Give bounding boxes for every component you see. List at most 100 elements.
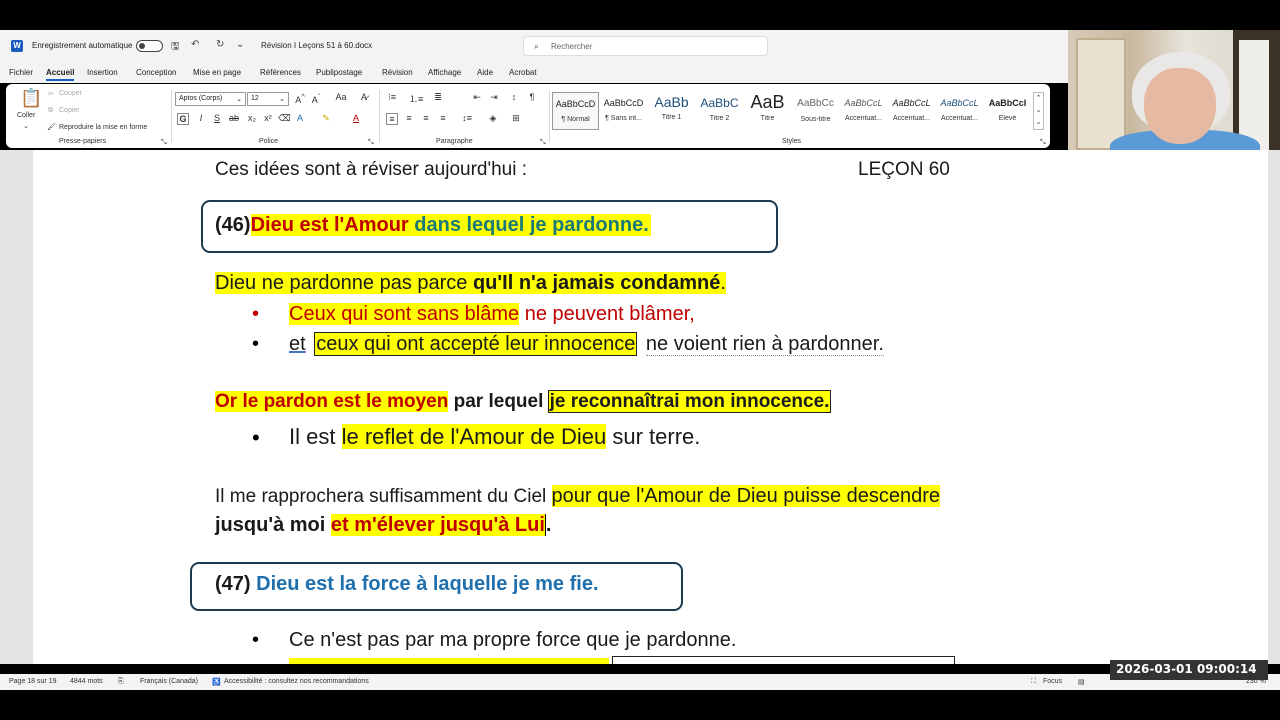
redo-icon[interactable]: ↻ — [216, 39, 224, 50]
focus-button[interactable]: Focus — [1043, 678, 1062, 685]
shading-icon[interactable]: ◈ — [487, 113, 499, 124]
tab-mise-en-page[interactable]: Mise en page — [193, 68, 241, 77]
shrink-font-icon[interactable]: Aˇ — [310, 92, 322, 105]
dotted-underline-span: ne voient rien à pardonner. — [645, 333, 884, 356]
style-emphasis-2[interactable]: AaBbCcL Accentuat... — [888, 92, 935, 130]
chevron-down-icon: ⌄ — [279, 96, 285, 103]
style-heading-1[interactable]: AaBb Titre 1 — [648, 92, 695, 130]
tab-fichier[interactable]: Fichier — [9, 68, 33, 77]
tab-affichage[interactable]: Affichage — [428, 68, 461, 77]
highlight-red-span: Or le pardon est le moyen — [215, 391, 449, 412]
align-left-icon[interactable]: ≡ — [386, 113, 398, 125]
paragraph-pardon: Or le pardon est le moyen par lequel je … — [215, 390, 832, 413]
save-icon[interactable]: 🖫 — [171, 39, 180, 56]
proofing-icon[interactable]: ⎘ — [118, 678, 124, 686]
font-launcher-icon[interactable]: ⤡ — [368, 139, 374, 147]
highlight-span: pour que l'Amour de Dieu puisse descendr… — [551, 485, 941, 507]
font-group-label: Police — [259, 138, 279, 145]
bullets-icon[interactable]: ⁝≡ — [386, 92, 398, 103]
undo-icon[interactable]: ↶ — [191, 39, 199, 50]
bullet-dot: • — [252, 425, 260, 450]
change-case-icon[interactable]: Aa — [332, 92, 350, 102]
autosave-toggle[interactable] — [136, 40, 163, 52]
page-count[interactable]: Page 18 sur 19 — [9, 678, 56, 685]
tab-insertion[interactable]: Insertion — [87, 68, 118, 77]
tab-accueil[interactable]: Accueil — [46, 68, 75, 81]
style-strong[interactable]: AaBbCcI Élevé — [984, 92, 1031, 130]
superscript-icon[interactable]: x² — [262, 113, 274, 123]
borders-icon[interactable]: ⊞ — [510, 113, 522, 124]
style-name: Sous-titre — [800, 116, 831, 123]
word-count[interactable]: 4844 mots — [70, 678, 103, 685]
style-name: Titre — [760, 115, 775, 122]
tab-publipostage[interactable]: Publipostage — [316, 68, 362, 77]
font-color-icon[interactable]: A — [350, 113, 362, 123]
tab-references[interactable]: Références — [260, 68, 301, 77]
sort-icon[interactable]: ↕ — [508, 92, 520, 102]
read-mode-icon[interactable]: ▤ — [1078, 678, 1085, 686]
underline-icon[interactable]: S — [211, 113, 223, 123]
styles-scroll[interactable]: ⌃ ⌄ ⌄ — [1033, 92, 1044, 130]
search-box[interactable]: ⌕ Rechercher — [523, 36, 768, 56]
style-emphasis-3[interactable]: AaBbCcL Accentuat... — [936, 92, 983, 130]
subscript-icon[interactable]: x₂ — [246, 113, 258, 123]
accessibility-status[interactable]: Accessibilité : consultez nos recommanda… — [224, 678, 369, 685]
style-normal[interactable]: AaBbCcD ¶ Normal — [552, 92, 599, 130]
justify-icon[interactable]: ≡ — [437, 113, 449, 123]
clear-icon[interactable]: ⌫ — [278, 113, 291, 124]
paste-button[interactable]: Coller — [17, 112, 35, 119]
cut-button[interactable]: Couper — [59, 90, 82, 97]
boxed-highlight-span: je reconnaîtrai mon innocence. — [547, 390, 832, 413]
strikethrough-icon[interactable]: ab — [228, 113, 240, 123]
numbering-icon[interactable]: ⒈≡ — [409, 92, 423, 105]
style-subtitle[interactable]: AaBbCc Sous-titre — [792, 92, 839, 130]
align-right-icon[interactable]: ≡ — [420, 113, 432, 123]
review-heading: Ces idées sont à réviser aujourd'hui : — [215, 159, 528, 180]
customize-toolbar-icon[interactable]: ⌄ — [236, 39, 244, 50]
multilevel-list-icon[interactable]: ≣ — [432, 92, 444, 103]
align-center-icon[interactable]: ≡ — [403, 113, 415, 123]
show-marks-icon[interactable]: ¶ — [526, 92, 538, 102]
paste-dropdown-icon[interactable]: ⌄ — [23, 122, 29, 130]
clipboard-launcher-icon[interactable]: ⤡ — [161, 139, 167, 147]
paragraph-launcher-icon[interactable]: ⤡ — [540, 139, 546, 147]
font-size-select[interactable]: 12 ⌄ — [247, 92, 289, 106]
increase-indent-icon[interactable]: ⇥ — [488, 92, 500, 103]
grow-font-icon[interactable]: A^ — [294, 92, 306, 105]
style-heading-2[interactable]: AaBbC Titre 2 — [696, 92, 743, 130]
highlight-span: Dieu ne pardonne pas parce — [215, 272, 473, 294]
webcam-door — [1076, 38, 1126, 150]
format-painter-icon: 🖌 — [47, 124, 56, 131]
bullet-dot: • — [252, 303, 260, 325]
paste-icon[interactable]: 📋 — [20, 88, 42, 109]
document-page[interactable]: Ces idées sont à réviser aujourd'hui : L… — [33, 150, 1268, 664]
bold-span: jusqu'à moi — [215, 514, 331, 536]
clear-formatting-icon[interactable]: A̷ — [358, 92, 370, 102]
font-name-select[interactable]: Aptos (Corps) ⌄ — [175, 92, 246, 106]
document-area[interactable]: Ces idées sont à réviser aujourd'hui : L… — [0, 150, 1280, 664]
language-indicator[interactable]: Français (Canada) — [140, 678, 198, 685]
autosave-label: Enregistrement automatique — [32, 41, 133, 50]
style-preview: AaBbCc — [797, 98, 834, 109]
lesson-number: LEÇON 60 — [858, 159, 950, 180]
style-title[interactable]: AaB Titre — [744, 92, 791, 130]
tab-revision[interactable]: Révision — [382, 68, 413, 77]
tab-acrobat[interactable]: Acrobat — [509, 68, 537, 77]
tab-aide[interactable]: Aide — [477, 68, 493, 77]
plain-span: Il me rapprochera suffisamment du Ciel — [215, 486, 552, 507]
document-name[interactable]: Révision I Leçons 51 à 60.docx — [261, 41, 372, 50]
style-name: Accentuat... — [893, 115, 930, 122]
bold-icon[interactable]: G — [177, 113, 189, 125]
italic-icon[interactable]: I — [195, 113, 207, 123]
decrease-indent-icon[interactable]: ⇤ — [471, 92, 483, 103]
copy-button[interactable]: Copier — [59, 107, 80, 114]
format-painter-button[interactable]: Reproduire la mise en forme — [59, 124, 147, 131]
line-spacing-icon[interactable]: ↕≡ — [461, 113, 473, 123]
text-effects-icon[interactable]: A — [294, 113, 306, 123]
style-no-spacing[interactable]: AaBbCcD ¶ Sans int... — [600, 92, 647, 130]
font-name-value: Aptos (Corps) — [179, 95, 223, 102]
styles-launcher-icon[interactable]: ⤡ — [1040, 139, 1046, 147]
highlight-icon[interactable]: ✎ — [320, 113, 332, 124]
tab-conception[interactable]: Conception — [136, 68, 176, 77]
style-emphasis-1[interactable]: AaBbCcL Accentuat... — [840, 92, 887, 130]
